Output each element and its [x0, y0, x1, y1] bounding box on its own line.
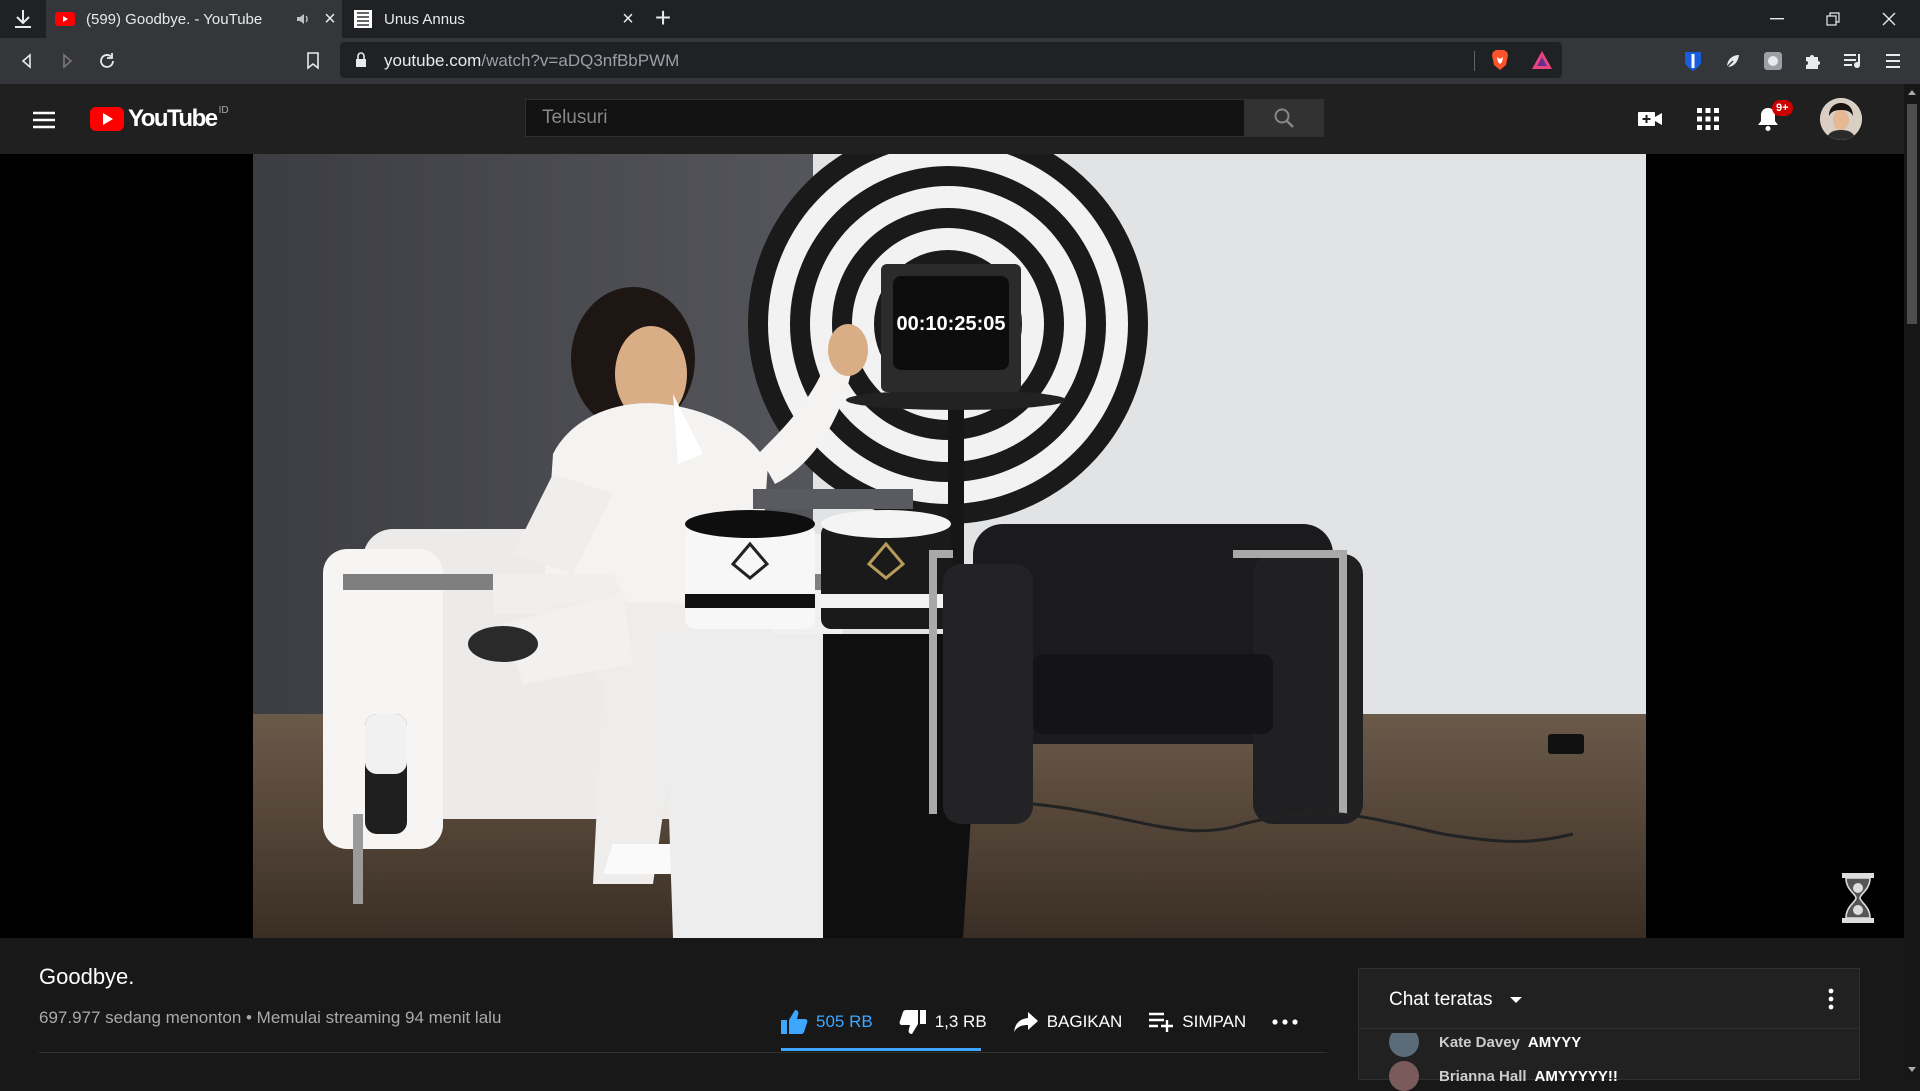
- thumbs-down-icon: [899, 1010, 926, 1034]
- chat-avatar: [1389, 1033, 1419, 1057]
- extension-leaf-icon[interactable]: [1718, 46, 1748, 76]
- bitwarden-icon[interactable]: [1678, 46, 1708, 76]
- chat-menu-button[interactable]: [1819, 987, 1843, 1011]
- extensions-puzzle-icon[interactable]: [1798, 46, 1828, 76]
- brave-rewards-icon[interactable]: [1530, 48, 1554, 72]
- add-to-playlist-icon: [1149, 1012, 1174, 1032]
- lock-icon: [356, 52, 366, 67]
- address-bar-divider: [1474, 51, 1475, 71]
- chat-author[interactable]: Brianna Hall: [1439, 1068, 1527, 1085]
- page-scrollbar[interactable]: [1904, 84, 1920, 1080]
- chat-mode-selector[interactable]: Chat teratas: [1389, 989, 1493, 1011]
- more-vertical-icon: [1828, 988, 1834, 1010]
- youtube-logo[interactable]: YouTube ID: [90, 104, 229, 132]
- tab-title: Unus Annus: [384, 10, 465, 28]
- chat-author[interactable]: Kate Davey: [1439, 1034, 1520, 1051]
- youtube-header: YouTube ID 9+: [0, 84, 1904, 154]
- scroll-down-icon[interactable]: [1907, 1066, 1917, 1074]
- menu-icon[interactable]: [28, 104, 60, 136]
- video-player[interactable]: 00:10:25:05: [0, 154, 1904, 938]
- notification-badge: 9+: [1772, 100, 1793, 116]
- region-code: ID: [218, 104, 229, 116]
- avatar[interactable]: [1820, 98, 1862, 140]
- browser-toolbar: youtube.com/watch?v=aDQ3nfBbPWM: [0, 38, 1920, 84]
- search-icon: [1274, 108, 1294, 128]
- media-playlist-icon[interactable]: [1838, 46, 1868, 76]
- chat-text: AMYYYYY!!: [1534, 1067, 1618, 1085]
- youtube-wordmark: YouTube: [128, 105, 218, 132]
- search-input[interactable]: [526, 100, 1244, 136]
- chat-text: AMYYY: [1527, 1033, 1582, 1051]
- browser-menu-icon[interactable]: [1878, 46, 1908, 76]
- unus-annus-watermark-icon: [1842, 873, 1874, 923]
- video-meta: 697.977 sedang menonton • Memulai stream…: [39, 1008, 502, 1027]
- tv-countdown: 00:10:25:05: [897, 313, 1006, 335]
- tab-unus-annus[interactable]: Unus Annus ×: [346, 0, 640, 38]
- download-icon[interactable]: [10, 6, 36, 32]
- youtube-favicon-icon: [54, 8, 76, 30]
- brave-shields-icon[interactable]: [1488, 48, 1512, 72]
- video-actions: 505 RB 1,3 RB BAGIKAN SIMPAN: [780, 1002, 1324, 1042]
- share-icon: [1013, 1012, 1038, 1032]
- tab-audio-icon[interactable]: [292, 7, 316, 31]
- close-window-icon[interactable]: [1866, 0, 1912, 38]
- dislike-button[interactable]: 1,3 RB: [899, 1009, 987, 1035]
- new-tab-button[interactable]: +: [650, 4, 676, 32]
- chat-message: Brianna Hall AMYYYYY!!: [1389, 1061, 1618, 1091]
- like-button[interactable]: 505 RB: [780, 1009, 873, 1035]
- restore-icon[interactable]: [1810, 0, 1856, 38]
- bookmark-icon[interactable]: [298, 46, 328, 76]
- share-button[interactable]: BAGIKAN: [1013, 1011, 1123, 1033]
- create-video-icon[interactable]: [1634, 103, 1666, 135]
- video-frame[interactable]: 00:10:25:05: [253, 154, 1646, 938]
- more-actions-button[interactable]: [1272, 1019, 1298, 1025]
- minimize-icon[interactable]: [1754, 0, 1800, 38]
- tab-close-icon[interactable]: ×: [616, 7, 640, 31]
- url-domain: youtube.com: [384, 51, 482, 70]
- chat-message: Kate Davey AMYYY: [1389, 1033, 1582, 1057]
- search-box: [525, 99, 1245, 137]
- thumbs-up-icon: [781, 1010, 808, 1034]
- reload-icon[interactable]: [92, 46, 122, 76]
- browser-tab-bar: (599) Goodbye. - YouTube × Unus Annus × …: [0, 0, 1920, 38]
- share-label: BAGIKAN: [1046, 1012, 1123, 1031]
- unus-annus-favicon-icon: [352, 8, 374, 30]
- save-label: SIMPAN: [1182, 1012, 1247, 1031]
- extension-square-icon[interactable]: [1758, 46, 1788, 76]
- tab-title: (599) Goodbye. - YouTube: [86, 10, 263, 28]
- apps-grid-icon[interactable]: [1692, 103, 1724, 135]
- video-title: Goodbye.: [39, 964, 135, 989]
- like-count: 505 RB: [816, 1012, 873, 1031]
- chat-avatar: [1389, 1061, 1419, 1091]
- more-horizontal-icon: [1272, 1019, 1298, 1025]
- dislike-count: 1,3 RB: [934, 1012, 987, 1031]
- url-text: youtube.com/watch?v=aDQ3nfBbPWM: [384, 51, 679, 71]
- address-bar[interactable]: youtube.com/watch?v=aDQ3nfBbPWM: [340, 42, 1562, 78]
- video-scene-image: 00:10:25:05: [253, 154, 1646, 938]
- tab-close-icon[interactable]: ×: [318, 7, 342, 31]
- forward-icon[interactable]: [52, 46, 82, 76]
- search-button[interactable]: [1244, 99, 1324, 137]
- save-button[interactable]: SIMPAN: [1148, 1011, 1246, 1033]
- scrollbar-thumb[interactable]: [1907, 104, 1917, 324]
- back-icon[interactable]: [12, 46, 42, 76]
- tab-youtube[interactable]: (599) Goodbye. - YouTube ×: [46, 0, 342, 38]
- chat-header: Chat teratas: [1359, 969, 1859, 1029]
- info-divider: [39, 1052, 1327, 1053]
- url-path: /watch?v=aDQ3nfBbPWM: [481, 51, 680, 70]
- sentiment-bar: [781, 1048, 981, 1051]
- chevron-down-icon[interactable]: [1509, 996, 1523, 1004]
- scroll-up-icon[interactable]: [1907, 88, 1917, 96]
- youtube-play-logo-icon: [90, 107, 124, 131]
- live-chat: Chat teratas Kate Davey AMYYY Brianna Ha…: [1358, 968, 1860, 1091]
